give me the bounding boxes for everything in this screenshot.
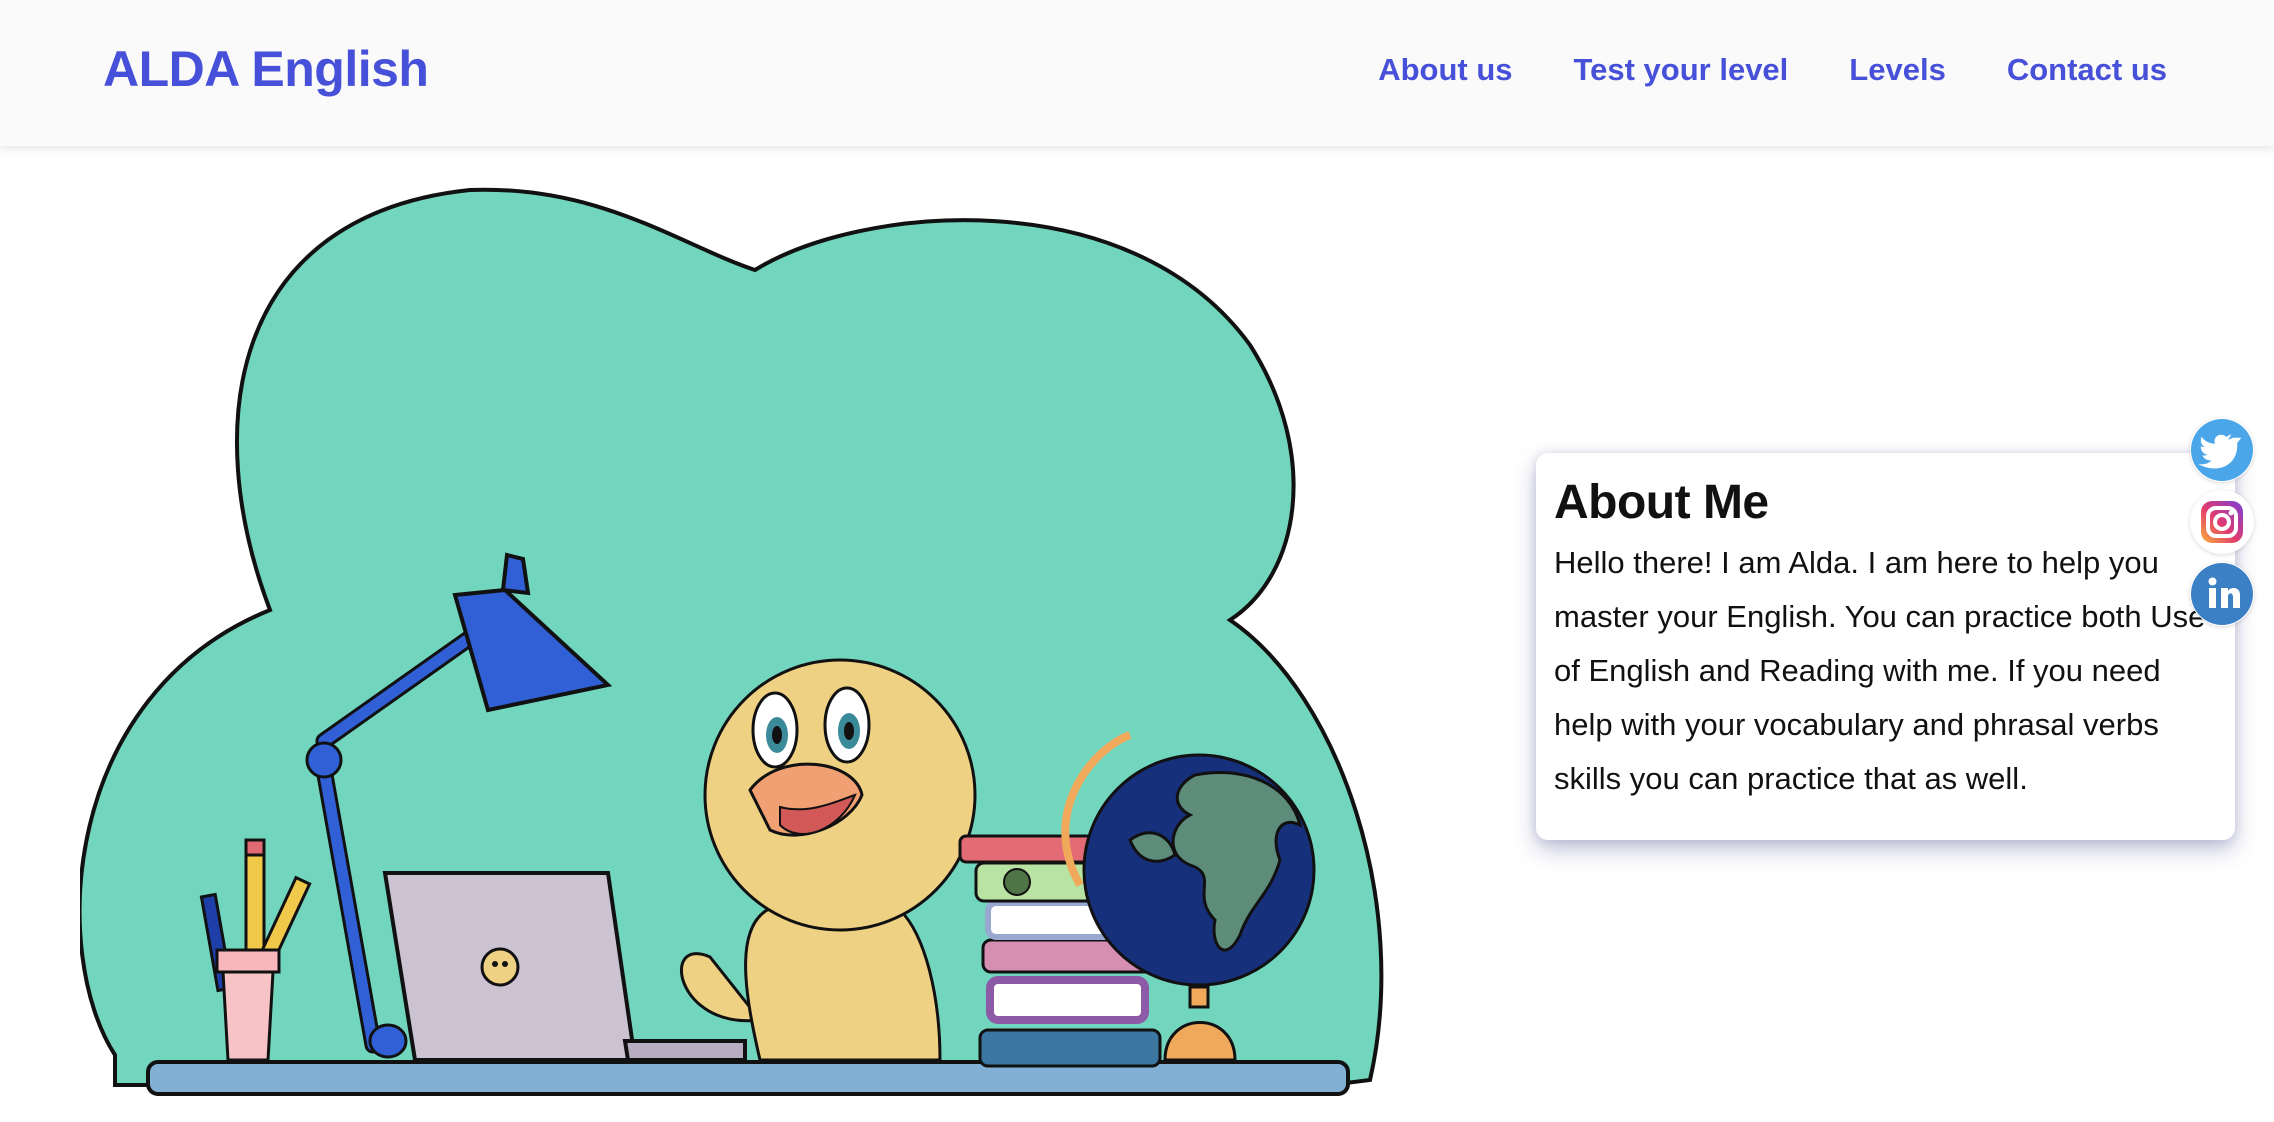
twitter-icon[interactable] bbox=[2190, 418, 2254, 482]
linkedin-icon[interactable] bbox=[2190, 562, 2254, 626]
hero-illustration bbox=[80, 187, 1384, 1096]
desk bbox=[146, 1060, 1350, 1096]
about-me-text: Hello there! I am Alda. I am here to hel… bbox=[1554, 545, 2206, 796]
about-me-card: About Me Hello there! I am Alda. I am he… bbox=[1536, 453, 2235, 840]
instagram-icon[interactable] bbox=[2190, 490, 2254, 554]
brand-logo-link[interactable]: ALDA English bbox=[103, 40, 429, 98]
nav-about-us[interactable]: About us bbox=[1378, 52, 1512, 88]
top-navbar: ALDA English About us Test your level Le… bbox=[0, 0, 2274, 146]
nav-test-your-level[interactable]: Test your level bbox=[1574, 52, 1789, 88]
nav-contact-us[interactable]: Contact us bbox=[2007, 52, 2167, 88]
nav-levels[interactable]: Levels bbox=[1849, 52, 1946, 88]
laptop-duck-logo bbox=[480, 947, 520, 987]
main-nav: About us Test your level Levels Contact … bbox=[1378, 52, 2167, 88]
about-me-heading: About Me bbox=[1554, 476, 1769, 529]
social-icons bbox=[2190, 418, 2256, 634]
